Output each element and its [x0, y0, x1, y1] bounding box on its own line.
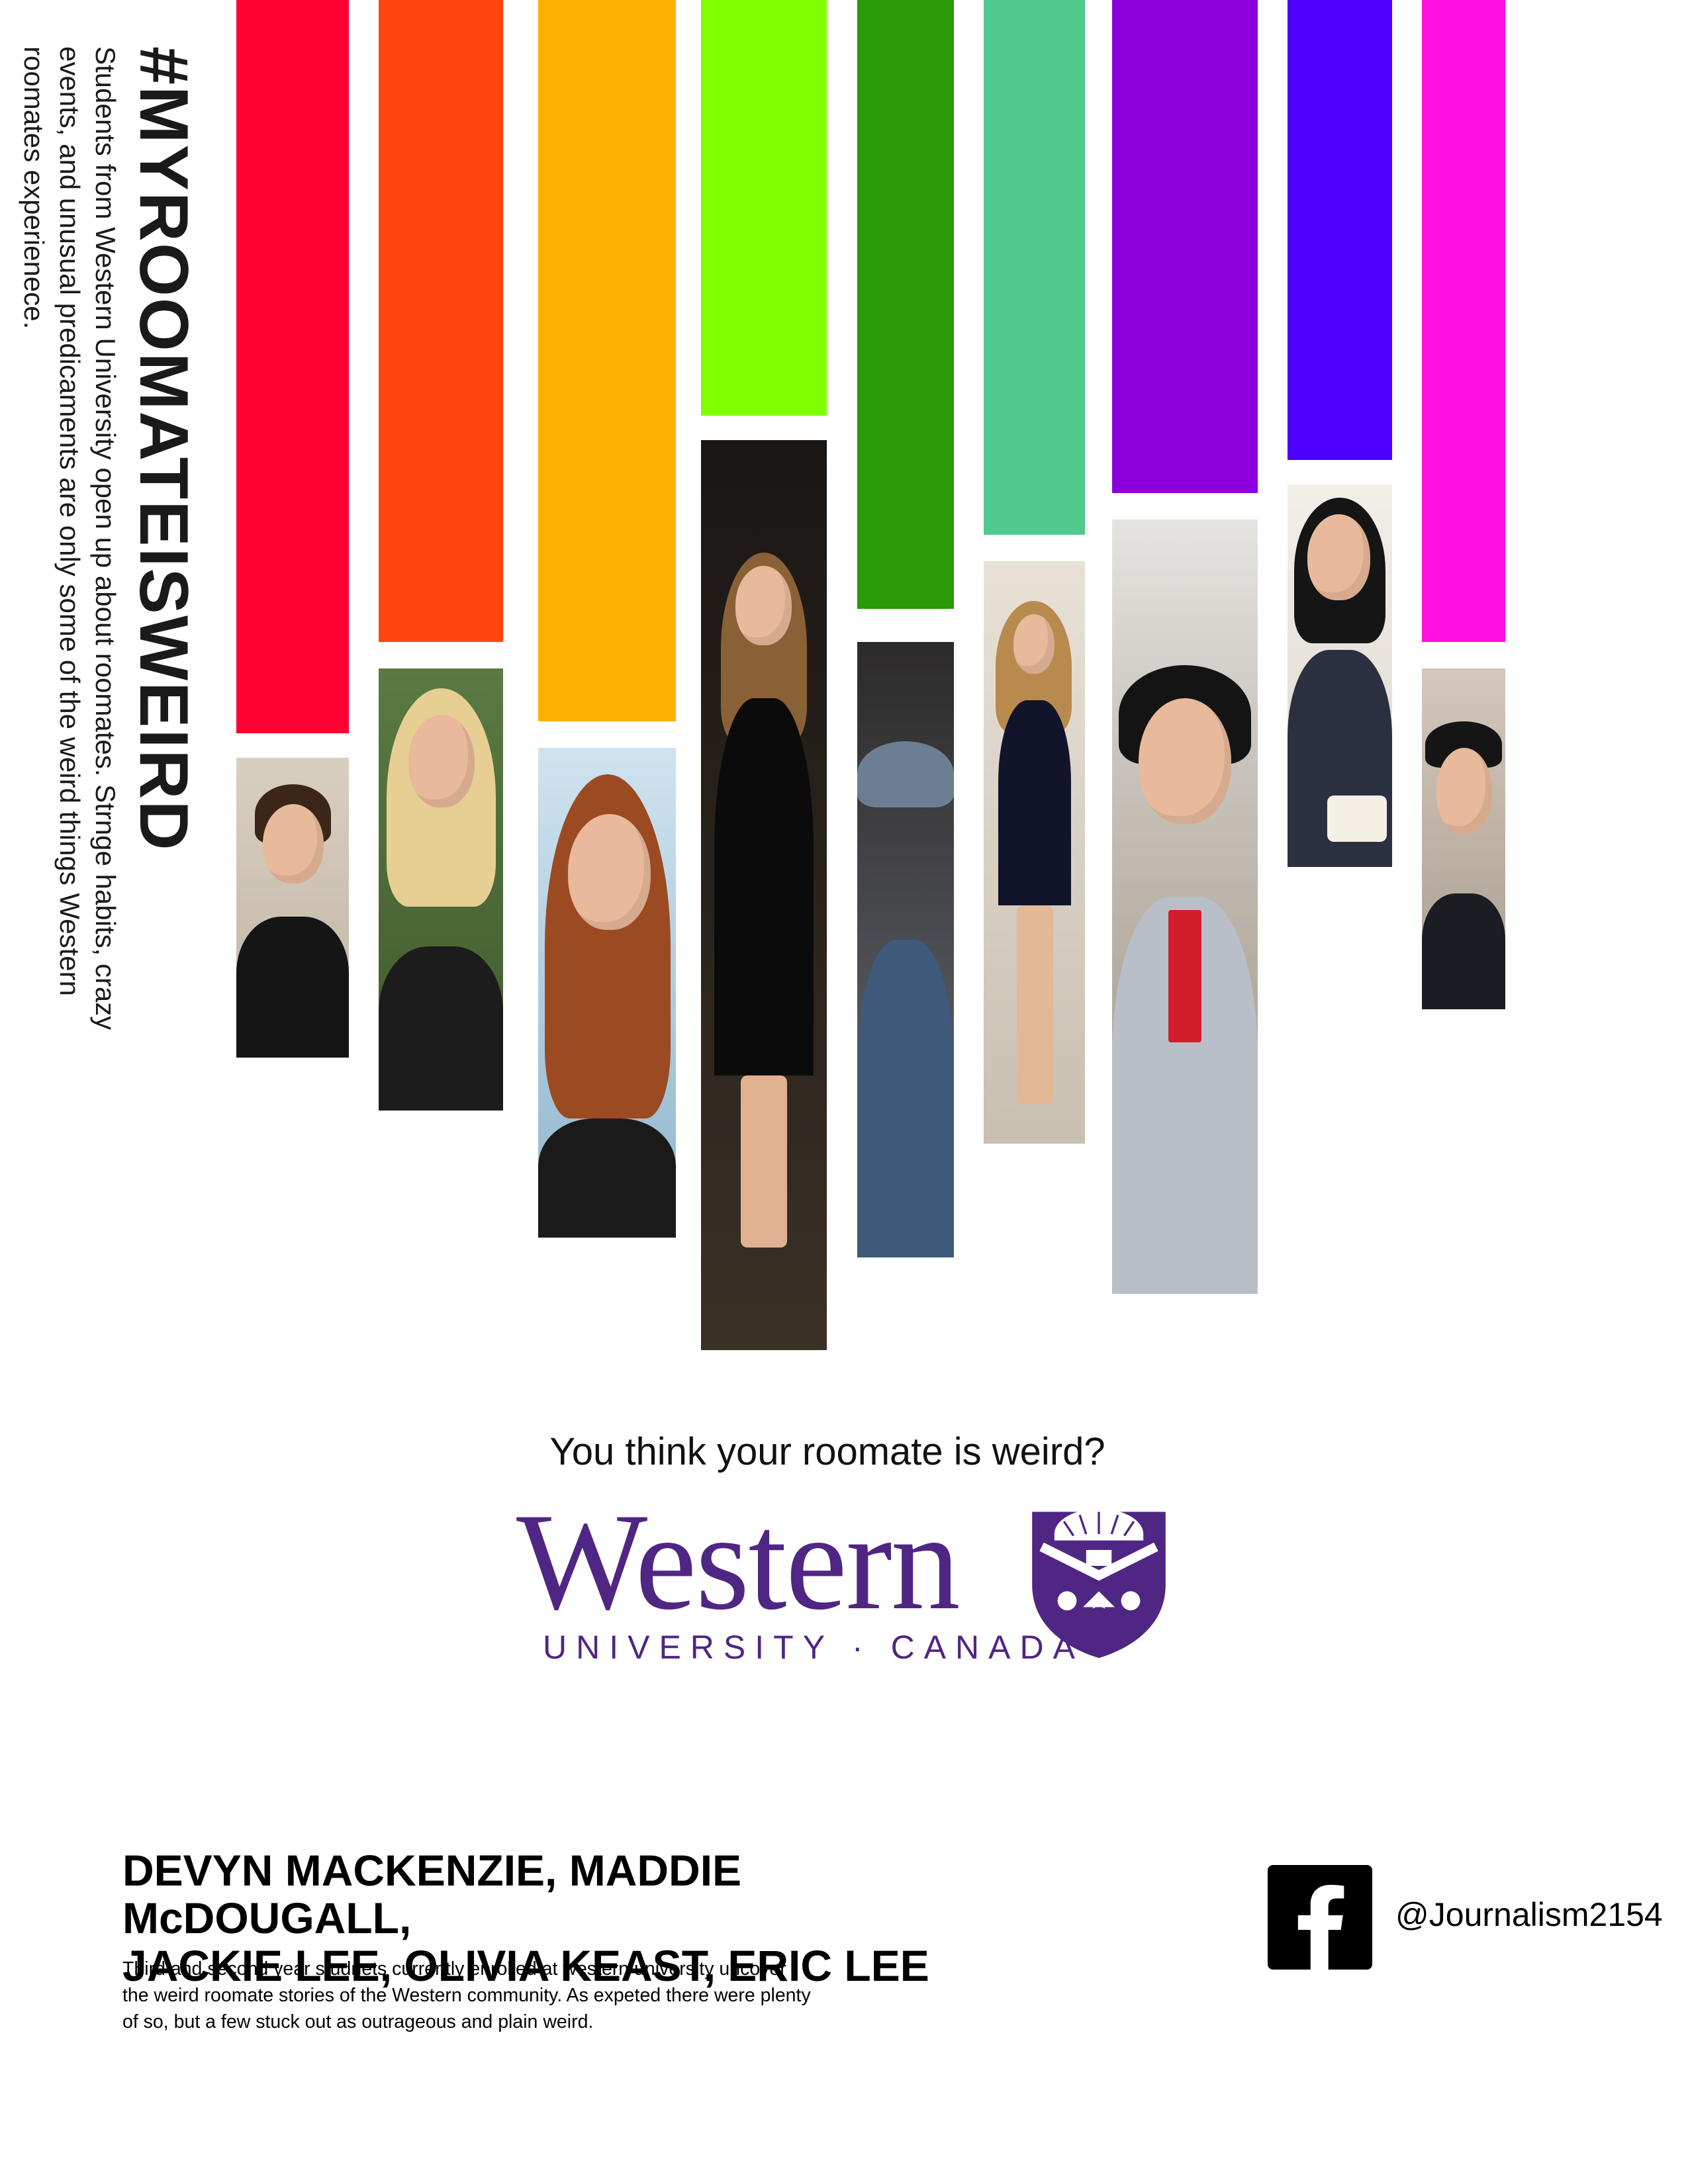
- student-photo-4: [701, 440, 827, 1350]
- social-handle[interactable]: @Journalism2154: [1395, 1895, 1663, 1934]
- project-description: Third and second year studnets currently…: [122, 1958, 811, 2032]
- color-bar-red: [236, 0, 349, 733]
- student-photo-7: [1112, 520, 1258, 1294]
- question-text: You think your roomate is weird?: [549, 1430, 1105, 1473]
- student-photo-3: [538, 748, 676, 1238]
- vertical-title-block: #MYROOMATEISWEIRD Students from Western …: [19, 46, 202, 1092]
- color-bar-orange: [379, 0, 503, 642]
- student-photo-8: [1288, 484, 1392, 867]
- student-photo-5: [857, 642, 954, 1257]
- color-bar-violet: [1288, 0, 1392, 460]
- authors-line-1: DEVYN MACKENZIE, MADDIE McDOUGALL,: [122, 1846, 742, 1942]
- student-photo-2: [379, 668, 503, 1111]
- western-logo-subtitle: UNIVERSITY · CANADA: [543, 1629, 1084, 1666]
- western-crest-icon: [1032, 1508, 1166, 1659]
- color-bar-teal: [984, 0, 1085, 535]
- facebook-icon[interactable]: [1268, 1865, 1372, 1970]
- color-bar-amber: [538, 0, 676, 721]
- color-bar-green: [857, 0, 954, 609]
- color-bar-magenta: [1422, 0, 1505, 642]
- hashtag-title: #MYROOMATEISWEIRD: [125, 46, 202, 852]
- color-bar-lime: [701, 0, 827, 416]
- western-logo-wordmark: Western: [516, 1485, 961, 1639]
- student-photo-6: [984, 561, 1085, 1144]
- tagline: Students from Western University open up…: [19, 46, 121, 1030]
- student-photo-9: [1422, 668, 1505, 1009]
- student-photo-1: [236, 758, 349, 1058]
- color-bar-purple: [1112, 0, 1258, 493]
